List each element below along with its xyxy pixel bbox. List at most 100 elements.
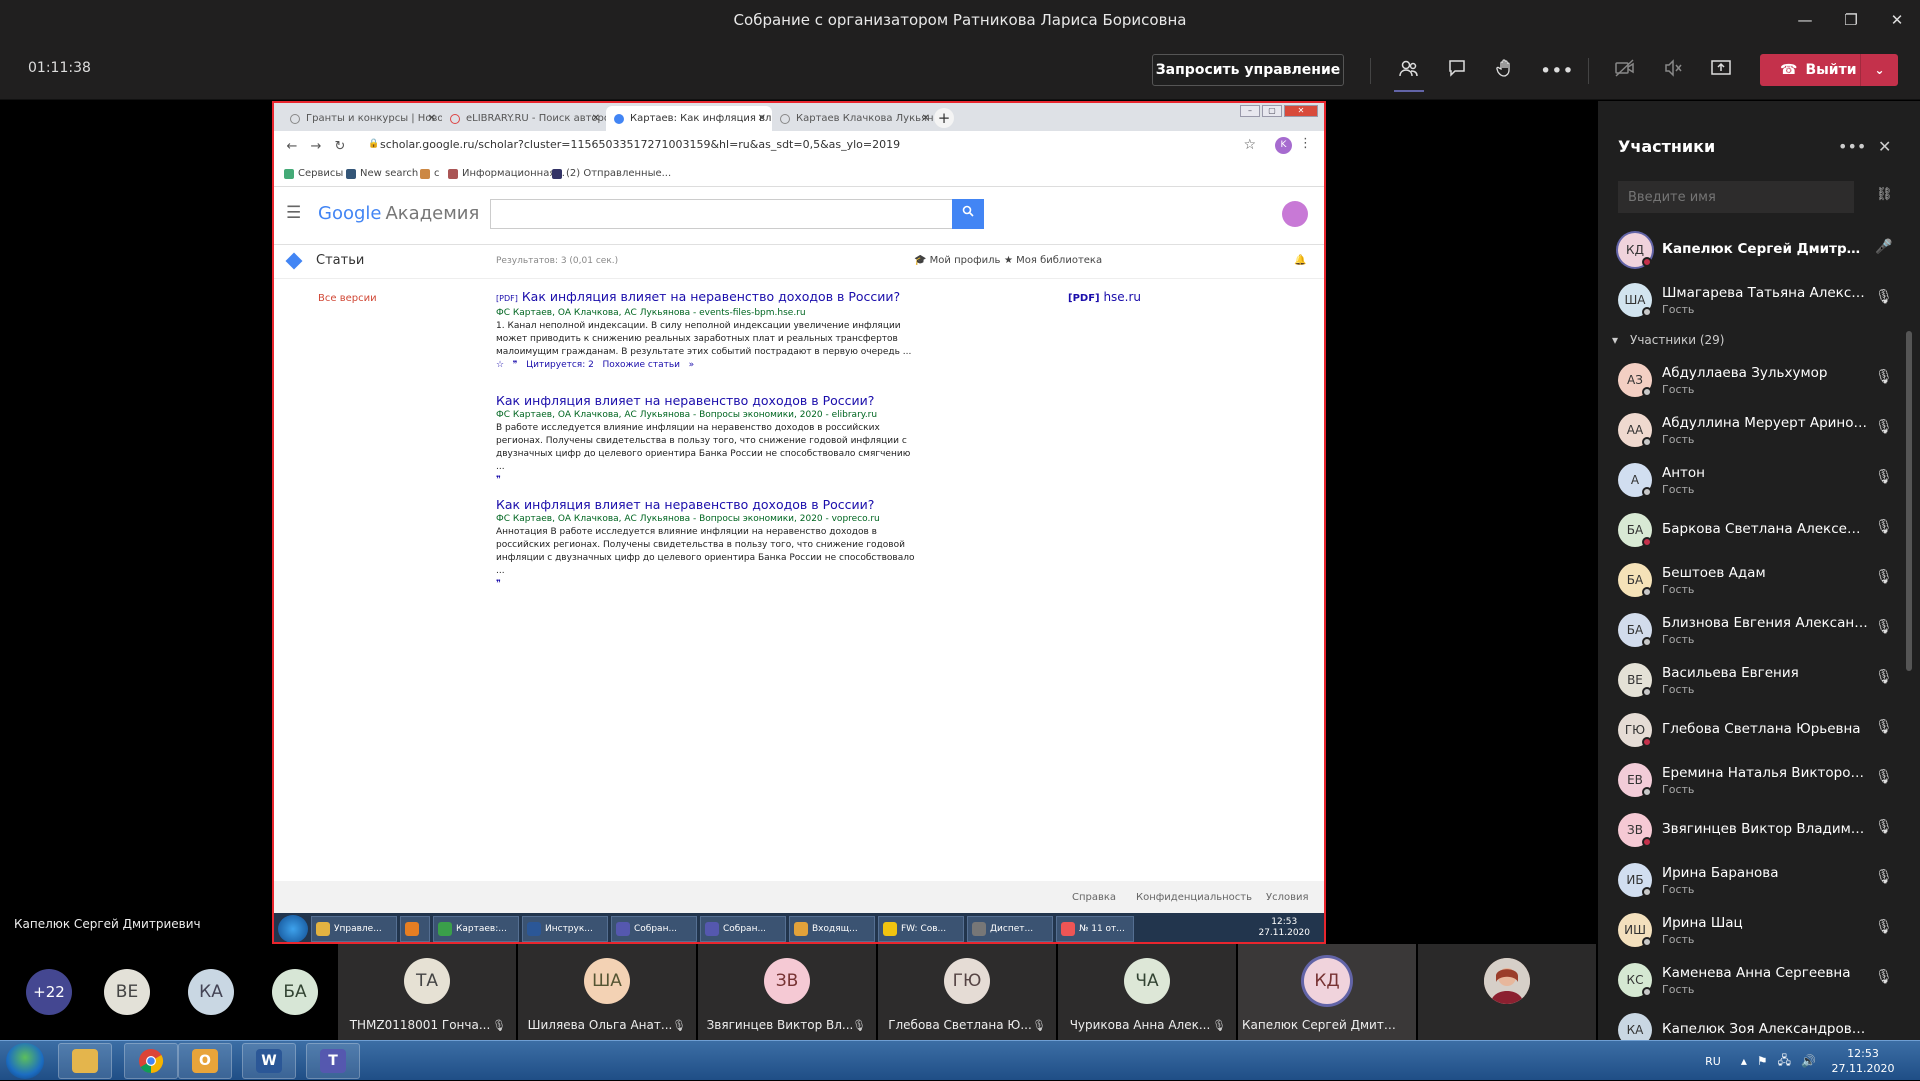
footer-help-link[interactable]: Справка — [1072, 892, 1116, 903]
result-title[interactable]: [PDF] Как инфляция влияет на неравенство… — [496, 289, 916, 307]
taskbar-app-word[interactable]: W — [242, 1043, 296, 1079]
cited-by-link[interactable]: Цитируется: 2 — [526, 360, 594, 370]
participant-tile[interactable]: ГЮ Глебова Светлана Ю... 🎙 — [878, 944, 1056, 1040]
scholar-logo[interactable]: Google Академия — [318, 203, 479, 224]
cite-icon[interactable]: ❞ — [513, 360, 518, 370]
browser-maximize-icon[interactable]: ▢ — [1262, 105, 1282, 117]
participants-group-header[interactable]: Участники (29) — [1598, 325, 1920, 355]
tray-expand-icon[interactable]: ▴ — [1741, 1054, 1747, 1068]
close-icon[interactable]: ✕ — [1874, 0, 1920, 40]
participant-row[interactable]: А Антон Гость 🎙 — [1598, 455, 1920, 505]
panel-scrollbar[interactable] — [1906, 331, 1912, 671]
participant-tile[interactable]: ЧА Чурикова Анна Алек... 🎙 — [1058, 944, 1236, 1040]
system-clock[interactable]: 12:53 27.11.2020 — [1826, 1046, 1900, 1076]
related-articles-link[interactable]: Похожие статьи — [602, 360, 680, 370]
tab-close-icon[interactable]: ✕ — [922, 113, 930, 124]
browser-tab-active[interactable]: Картаев: Как инфляция влияет✕ — [606, 106, 772, 131]
scholar-search-input[interactable] — [490, 199, 954, 229]
chevron-down-icon[interactable]: ⌄ — [1861, 63, 1898, 77]
remote-task[interactable]: Управле... — [311, 915, 397, 942]
bookmark-item[interactable]: с — [420, 168, 440, 179]
hamburger-menu-icon[interactable]: ☰ — [286, 203, 301, 223]
remote-task[interactable] — [400, 915, 430, 942]
raise-hand-icon[interactable] — [1492, 58, 1518, 84]
participant-row[interactable]: ВЕ Васильева Евгения Гость 🎙 — [1598, 655, 1920, 705]
footer-privacy-link[interactable]: Конфиденциальность — [1136, 892, 1252, 903]
participant-row[interactable]: ИБ Ирина Баранова Гость 🎙 — [1598, 855, 1920, 905]
more-actions-icon[interactable]: ••• — [1540, 58, 1574, 84]
remote-task[interactable]: Инструк... — [522, 915, 608, 942]
footer-terms-link[interactable]: Условия — [1266, 892, 1309, 903]
participant-row[interactable]: КС Каменева Анна Сергеевна Гость 🎙 — [1598, 955, 1920, 1005]
more-participants-badge[interactable]: +22 — [26, 969, 72, 1015]
new-tab-icon[interactable]: + — [934, 108, 954, 128]
leave-button[interactable]: ☎ Выйти ⌄ — [1760, 54, 1898, 86]
participant-row[interactable]: КД Капелюк Сергей Дмитриев... 🎤 — [1598, 225, 1920, 275]
volume-icon[interactable]: 🔊 — [1801, 1054, 1816, 1068]
scholar-account-avatar[interactable] — [1282, 201, 1308, 227]
taskbar-app-chrome[interactable] — [124, 1043, 178, 1079]
chat-icon[interactable] — [1444, 58, 1470, 84]
network-icon[interactable]: 🖧 — [1778, 1051, 1791, 1072]
result-title[interactable]: Как инфляция влияет на неравенство доход… — [496, 497, 916, 513]
participant-tile-video[interactable] — [1418, 944, 1596, 1040]
participant-search-input[interactable] — [1618, 181, 1854, 213]
share-invite-icon[interactable]: ⛓ — [1876, 187, 1893, 202]
speaker-mute-icon[interactable] — [1660, 58, 1686, 84]
windows-start-icon[interactable] — [6, 1043, 44, 1079]
save-star-icon[interactable]: ☆ — [496, 360, 504, 370]
bookmark-item[interactable]: Сервисы — [284, 168, 343, 179]
result-title[interactable]: Как инфляция влияет на неравенство доход… — [496, 393, 916, 409]
my-library-link[interactable]: ★ Моя библиотека — [1004, 255, 1102, 266]
minimize-icon[interactable]: — — [1782, 0, 1828, 40]
remote-task[interactable]: № 11 от... — [1056, 915, 1134, 942]
remote-task[interactable]: Картаев:... — [433, 915, 519, 942]
bookmark-item[interactable]: Информационная... — [448, 168, 565, 179]
cite-icon[interactable]: ❞ — [496, 474, 916, 487]
maximize-icon[interactable]: ❐ — [1828, 0, 1874, 40]
action-center-flag-icon[interactable]: ⚑ — [1757, 1054, 1768, 1068]
panel-close-icon[interactable]: ✕ — [1878, 137, 1891, 156]
browser-close-icon[interactable]: ✕ — [1284, 105, 1318, 117]
taskbar-app-explorer[interactable] — [58, 1043, 112, 1079]
participant-row[interactable]: ША Шмагарева Татьяна Алексан... Гость 🎙 — [1598, 275, 1920, 325]
participant-row[interactable]: КА Капелюк Зоя Александровна — [1598, 1005, 1920, 1040]
articles-label[interactable]: Статьи — [316, 253, 364, 268]
participant-avatar[interactable]: КА — [188, 969, 234, 1015]
remote-task[interactable]: Собран... — [611, 915, 697, 942]
participant-tile[interactable]: ША Шиляева Ольга Анат... 🎙 — [518, 944, 696, 1040]
participant-row[interactable]: БА Баркова Светлана Алексеевна 🎙 — [1598, 505, 1920, 555]
tab-close-icon[interactable]: ✕ — [428, 113, 436, 124]
participants-icon[interactable] — [1396, 58, 1422, 84]
participant-row[interactable]: БА Бештоев Адам Гость 🎙 — [1598, 555, 1920, 605]
back-icon[interactable]: ← — [280, 139, 304, 154]
remote-start-icon[interactable] — [278, 914, 308, 942]
share-screen-icon[interactable] — [1708, 58, 1734, 84]
remote-task[interactable]: FW: Сов... — [878, 915, 964, 942]
participant-avatar[interactable]: БА — [272, 969, 318, 1015]
taskbar-app-outlook[interactable]: O — [178, 1043, 232, 1079]
address-bar[interactable]: scholar.google.ru/scholar?cluster=115650… — [380, 138, 900, 151]
browser-tab[interactable]: Картаев Клачкова Лукьянова р✕ — [772, 106, 936, 131]
profile-avatar[interactable]: K — [1275, 137, 1292, 154]
language-indicator[interactable]: RU — [1705, 1055, 1721, 1068]
all-versions-link[interactable]: Все версии — [318, 293, 377, 304]
notifications-icon[interactable]: 🔔 — [1294, 255, 1306, 266]
participant-tile[interactable]: ТА THMZ0118001 Гонча... 🎙 — [338, 944, 516, 1040]
participant-row[interactable]: АА Абдуллина Меруерт Аринов... Гость 🎙 — [1598, 405, 1920, 455]
browser-minimize-icon[interactable]: – — [1240, 105, 1260, 117]
my-profile-link[interactable]: 🎓 Мой профиль — [914, 255, 1000, 266]
pdf-side-link[interactable]: [PDF] hse.ru — [1068, 290, 1141, 304]
search-icon[interactable] — [952, 199, 984, 229]
participant-row[interactable]: БА Близнова Евгения Александ... Гость 🎙 — [1598, 605, 1920, 655]
cite-icon[interactable]: ❞ — [496, 578, 916, 591]
leave-label[interactable]: ☎ Выйти — [1760, 62, 1860, 78]
browser-menu-icon[interactable]: ⋮ — [1299, 136, 1312, 151]
bookmark-star-icon[interactable]: ☆ — [1243, 137, 1256, 153]
participant-tile-speaking[interactable]: КД Капелюк Сергей Дмитри... — [1238, 944, 1416, 1040]
browser-tab[interactable]: Гранты и конкурсы | Новости✕ — [282, 106, 442, 131]
reload-icon[interactable]: ↻ — [328, 139, 352, 154]
participant-row[interactable]: ЗВ Звягинцев Виктор Владимир... 🎙 — [1598, 805, 1920, 855]
participant-row[interactable]: АЗ Абдуллаева Зульхумор Гость 🎙 — [1598, 355, 1920, 405]
bookmark-item[interactable]: (2) Отправленные... — [552, 168, 671, 179]
